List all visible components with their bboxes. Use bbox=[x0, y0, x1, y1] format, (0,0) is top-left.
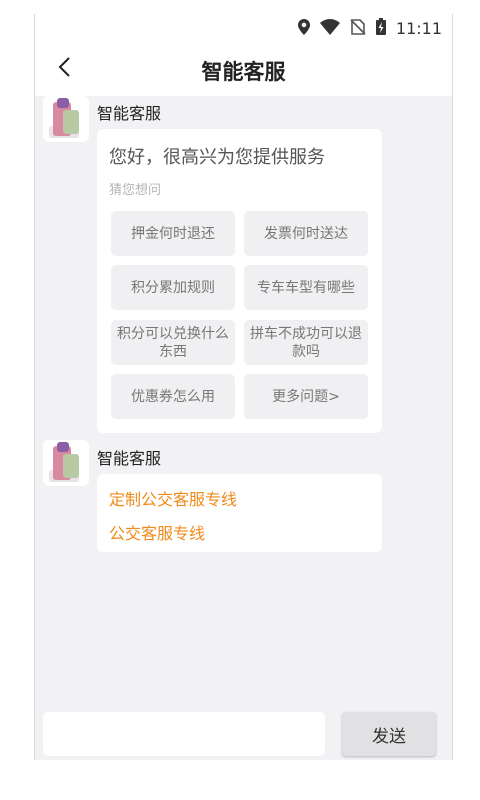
faq-question-button[interactable]: 拼车不成功可以退款吗 bbox=[244, 320, 368, 365]
wifi-icon bbox=[319, 18, 340, 39]
status-bar: 11:11 bbox=[35, 14, 452, 42]
bot-avatar bbox=[43, 96, 89, 142]
location-icon bbox=[297, 18, 310, 39]
faq-question-button[interactable]: 押金何时退还 bbox=[111, 211, 235, 256]
bus-hotline-link[interactable]: 公交客服专线 bbox=[109, 520, 205, 544]
send-button[interactable]: 发送 bbox=[342, 712, 436, 756]
bot-avatar bbox=[43, 440, 89, 486]
message-input[interactable] bbox=[43, 712, 325, 756]
status-time: 11:11 bbox=[395, 19, 442, 38]
no-sim-icon bbox=[350, 18, 366, 39]
faq-bubble: 您好，很高兴为您提供服务 猜您想问 押金何时退还 发票何时送达 积分累加规则 专… bbox=[97, 129, 382, 433]
title-bar: 智能客服 bbox=[35, 42, 452, 96]
faq-question-button[interactable]: 优惠券怎么用 bbox=[111, 374, 235, 419]
sender-name: 智能客服 bbox=[97, 449, 162, 468]
greeting-text: 您好，很高兴为您提供服务 bbox=[109, 147, 325, 168]
links-bubble: 定制公交客服专线 公交客服专线 bbox=[97, 474, 382, 552]
app-screen: 11:11 智能客服 智能客服 您好，很高兴为您提供服务 猜您想问 押金何时退还… bbox=[34, 14, 453, 760]
custom-bus-hotline-link[interactable]: 定制公交客服专线 bbox=[109, 486, 237, 510]
page-title: 智能客服 bbox=[201, 60, 286, 84]
more-questions-button[interactable]: 更多问题> bbox=[244, 374, 368, 419]
faq-question-button[interactable]: 积分可以兑换什么东西 bbox=[111, 320, 235, 365]
status-icons: 11:11 bbox=[297, 18, 442, 39]
faq-question-button[interactable]: 专车车型有哪些 bbox=[244, 265, 368, 310]
guess-label: 猜您想问 bbox=[109, 183, 162, 198]
faq-question-button[interactable]: 发票何时送达 bbox=[244, 211, 368, 256]
sender-name: 智能客服 bbox=[97, 104, 162, 123]
faq-question-button[interactable]: 积分累加规则 bbox=[111, 265, 235, 310]
battery-charging-icon bbox=[375, 18, 386, 39]
